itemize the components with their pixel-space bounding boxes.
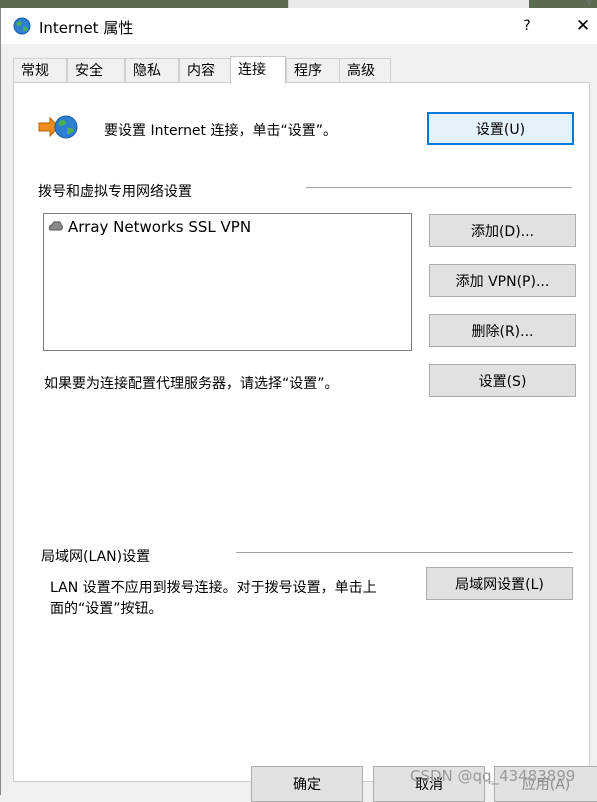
lan-settings-button[interactable]: 局域网设置(L): [426, 567, 573, 600]
tab-privacy[interactable]: 隐私: [125, 58, 179, 82]
dialup-settings-button[interactable]: 设置(S): [429, 364, 576, 397]
setup-instructions: 要设置 Internet 连接，单击“设置”。: [104, 123, 337, 139]
lan-section-title: 局域网(LAN)设置: [41, 549, 151, 565]
proxy-instructions: 如果要为连接配置代理服务器，请选择“设置”。: [44, 376, 339, 392]
tab-general[interactable]: 常规: [13, 58, 67, 82]
network-setup-icon: [38, 115, 78, 139]
close-button[interactable]: ✕: [569, 13, 597, 39]
delete-button[interactable]: 删除(R)...: [429, 314, 576, 347]
list-item[interactable]: Array Networks SSL VPN: [48, 218, 251, 236]
background-search-box: ⚲ 搜索: [288, 0, 593, 8]
window-title: Internet 属性: [39, 19, 134, 37]
internet-properties-dialog: Internet 属性 ? ✕ 常规 安全 隐私 内容 连接 程序 高级 要设置…: [0, 8, 597, 802]
tab-connections[interactable]: 连接: [230, 56, 286, 84]
background-desktop: ⚲ 搜索: [0, 0, 597, 8]
section-divider: [236, 552, 573, 553]
section-divider: [306, 187, 572, 188]
lan-info-line-1: LAN 设置不应用到拨号连接。对于拨号设置，单击上: [50, 580, 377, 596]
watermark: CSDN @qq_43483899: [410, 767, 576, 785]
globe-icon: [13, 17, 31, 35]
dialup-section-title: 拨号和虚拟专用网络设置: [38, 184, 192, 200]
setup-button[interactable]: 设置(U): [427, 112, 574, 145]
connections-panel: 要设置 Internet 连接，单击“设置”。 设置(U) 拨号和虚拟专用网络设…: [13, 82, 590, 782]
connection-name: Array Networks SSL VPN: [68, 218, 252, 236]
tab-programs[interactable]: 程序: [286, 58, 340, 82]
title-bar[interactable]: Internet 属性 ? ✕: [1, 8, 597, 44]
tab-advanced[interactable]: 高级: [339, 58, 391, 82]
tab-content[interactable]: 内容: [179, 58, 231, 82]
tab-security[interactable]: 安全: [67, 58, 125, 82]
vpn-connection-icon: [48, 221, 63, 231]
add-button[interactable]: 添加(D)...: [429, 214, 576, 247]
ok-button[interactable]: 确定: [251, 766, 363, 802]
add-vpn-button[interactable]: 添加 VPN(P)...: [429, 264, 576, 297]
help-button[interactable]: ?: [513, 13, 541, 39]
search-icon: ⚲: [585, 0, 594, 7]
lan-info-line-2: 面的“设置”按钮。: [50, 601, 163, 617]
connection-list[interactable]: Array Networks SSL VPN: [43, 213, 412, 351]
